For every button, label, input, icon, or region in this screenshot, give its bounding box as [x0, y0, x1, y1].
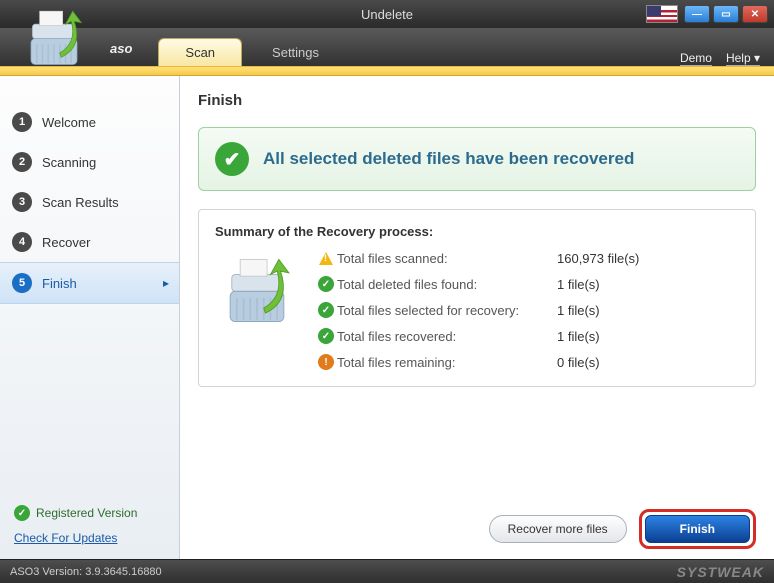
summary-row: Total files scanned:160,973 file(s) [315, 251, 739, 266]
language-flag-icon[interactable] [646, 5, 678, 23]
summary-label: Total files selected for recovery: [337, 303, 557, 318]
close-button[interactable]: ✕ [742, 5, 768, 23]
step-label: Scanning [42, 155, 96, 170]
success-banner: ✔ All selected deleted files have been r… [198, 127, 756, 191]
step-welcome[interactable]: 1 Welcome [0, 102, 179, 142]
check-icon: ✓ [14, 505, 30, 521]
summary-shredder-icon [215, 251, 299, 370]
watermark: SYSTWEAK [677, 564, 764, 580]
summary-value: 1 file(s) [557, 329, 600, 344]
step-scan-results[interactable]: 3 Scan Results [0, 182, 179, 222]
step-number-icon: 2 [12, 152, 32, 172]
finish-button-highlight: Finish [639, 509, 756, 549]
summary-rows: Total files scanned:160,973 file(s)✓Tota… [315, 251, 739, 370]
accent-strip [0, 66, 774, 76]
summary-row: !Total files remaining:0 file(s) [315, 354, 739, 370]
step-label: Finish [42, 276, 77, 291]
summary-value: 0 file(s) [557, 355, 600, 370]
link-demo[interactable]: Demo [680, 51, 712, 66]
step-label: Welcome [42, 115, 96, 130]
check-icon: ✓ [318, 328, 334, 344]
success-message: All selected deleted files have been rec… [263, 149, 634, 169]
minimize-button[interactable]: — [684, 5, 710, 23]
tab-settings[interactable]: Settings [246, 38, 345, 66]
tab-scan[interactable]: Scan [158, 38, 242, 66]
brand-label: aso [110, 41, 132, 56]
check-icon: ✓ [318, 302, 334, 318]
titlebar: Undelete — ▭ ✕ [0, 0, 774, 28]
status-bar: ASO3 Version: 3.9.3645.16880 SYSTWEAK [0, 559, 774, 583]
step-number-icon: 5 [12, 273, 32, 293]
recover-more-button[interactable]: Recover more files [489, 515, 627, 543]
step-scanning[interactable]: 2 Scanning [0, 142, 179, 182]
sidebar: 1 Welcome 2 Scanning 3 Scan Results 4 Recover 5F… [0, 76, 180, 559]
app-logo-icon [10, 4, 98, 81]
summary-label: Total deleted files found: [337, 277, 557, 292]
maximize-button[interactable]: ▭ [713, 5, 739, 23]
summary-box: Summary of the Recovery process: Total f… [198, 209, 756, 387]
registered-status: ✓ Registered Version [14, 505, 165, 521]
summary-value: 160,973 file(s) [557, 251, 639, 266]
summary-row: ✓Total deleted files found:1 file(s) [315, 276, 739, 292]
window-title: Undelete [361, 7, 413, 22]
link-help[interactable]: Help ▾ [726, 51, 760, 66]
main-panel: Finish ✔ All selected deleted files have… [180, 76, 774, 559]
check-updates-link[interactable]: Check For Updates [14, 531, 117, 545]
step-number-icon: 4 [12, 232, 32, 252]
check-icon: ✓ [318, 276, 334, 292]
step-label: Recover [42, 235, 90, 250]
finish-button[interactable]: Finish [645, 515, 750, 543]
page-title: Finish [198, 92, 756, 109]
summary-value: 1 file(s) [557, 303, 600, 318]
step-recover[interactable]: 4 Recover [0, 222, 179, 262]
alert-icon: ! [318, 354, 334, 370]
summary-label: Total files scanned: [337, 251, 557, 266]
header: aso Scan Settings Demo Help ▾ [0, 28, 774, 66]
summary-value: 1 file(s) [557, 277, 600, 292]
step-number-icon: 3 [12, 192, 32, 212]
warning-icon [319, 252, 333, 265]
step-finish[interactable]: 5 Finish [0, 262, 179, 304]
summary-row: ✓Total files selected for recovery:1 fil… [315, 302, 739, 318]
summary-row: ✓Total files recovered:1 file(s) [315, 328, 739, 344]
summary-label: Total files recovered: [337, 329, 557, 344]
version-label: ASO3 Version: 3.9.3645.16880 [10, 566, 162, 578]
summary-heading: Summary of the Recovery process: [215, 224, 739, 239]
step-label: Scan Results [42, 195, 119, 210]
success-check-icon: ✔ [215, 142, 249, 176]
steps-list: 1 Welcome 2 Scanning 3 Scan Results 4 Recover 5F… [0, 102, 179, 304]
step-number-icon: 1 [12, 112, 32, 132]
summary-label: Total files remaining: [337, 355, 557, 370]
